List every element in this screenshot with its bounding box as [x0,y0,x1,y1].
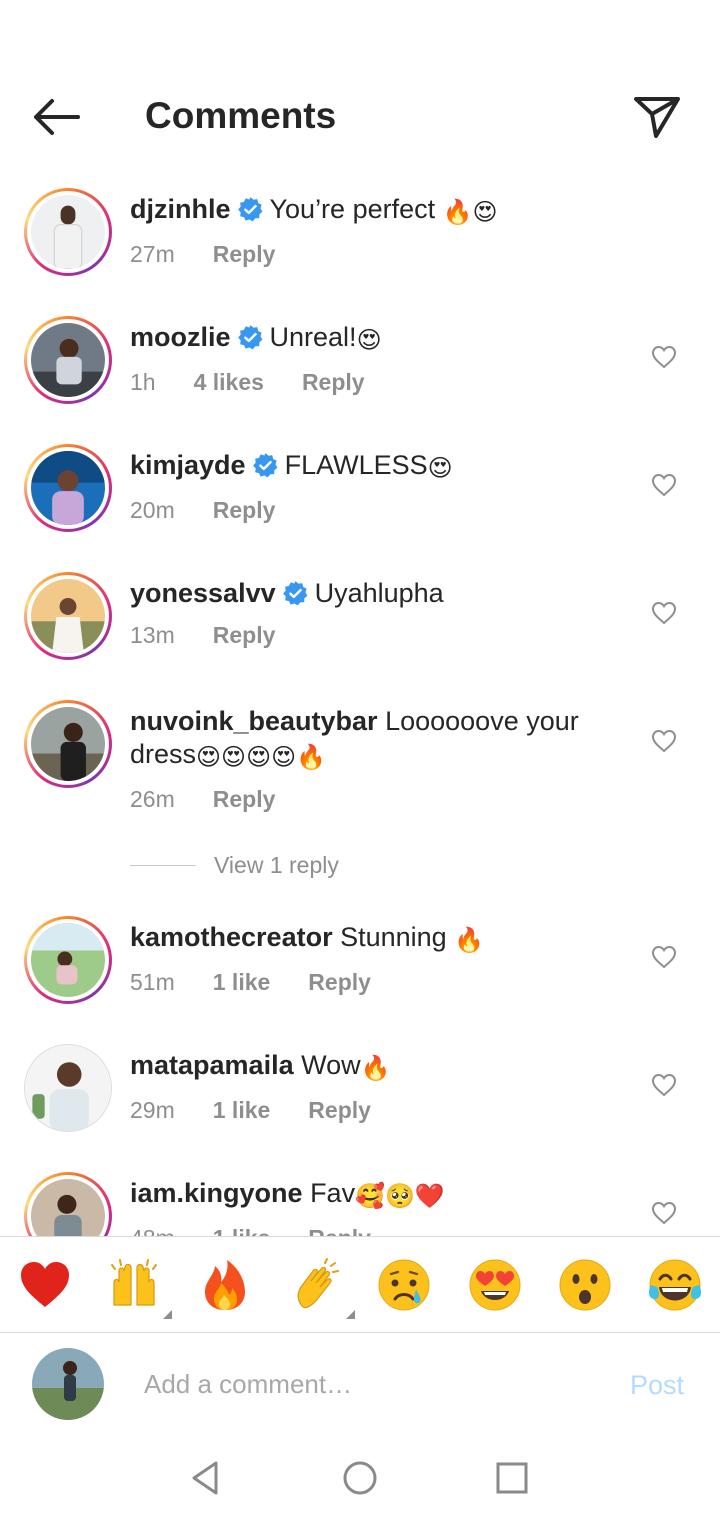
comment-username[interactable]: kimjayde [130,450,246,480]
comment-text: Wow [301,1050,361,1080]
avatar[interactable] [24,1172,112,1236]
emoji-raising-hands-button[interactable] [106,1257,172,1319]
comment-emojis: 😍 [427,454,453,482]
divider [130,864,196,866]
comment-text: You’re perfect [269,194,443,224]
comment-username[interactable]: iam.kingyone [130,1178,303,1208]
comment-text: Fav [310,1178,356,1208]
avatar[interactable] [24,700,112,788]
current-user-avatar [32,1348,104,1420]
comments-list: djzinhle You’re perfect 🔥😍 27m Reply moozl… [0,175,720,1236]
heart-icon[interactable] [651,729,677,753]
comment-time: 20m [130,497,175,523]
nav-recents-icon[interactable] [492,1458,532,1498]
emoji-surprised-button[interactable] [557,1257,613,1313]
comment-time: 26m [130,786,175,812]
clapping-hands-icon [297,1258,339,1309]
reply-button[interactable]: Reply [213,786,276,812]
comment-emojis: 😍😍😍😍🔥 [196,743,326,771]
verified-badge-icon [237,325,262,350]
crying-face-icon [378,1259,430,1311]
comment-emojis: 🥰🥺❤️ [355,1182,445,1210]
header: Comments [0,0,720,175]
reply-button[interactable]: Reply [308,1097,371,1123]
view-replies-button[interactable]: View 1 reply [130,850,339,880]
reply-button[interactable]: Reply [308,969,371,995]
comment-likes[interactable]: 1 like [213,969,271,995]
comment-likes[interactable]: 1 like [213,1097,271,1123]
arrow-left-icon [34,99,80,135]
comment-composer: Post [0,1334,720,1434]
verified-badge-icon [252,453,278,478]
page-title: Comments [145,95,337,136]
reply-button[interactable]: Reply [308,1225,371,1236]
comment-emojis: 🔥 [360,1054,391,1082]
emoji-crying-button[interactable] [376,1257,432,1313]
comment-time: 27m [130,241,175,267]
verified-badge-icon [282,581,308,606]
comment-username[interactable]: djzinhle [130,194,231,224]
nav-home-icon[interactable] [340,1458,380,1498]
share-button[interactable] [632,94,682,140]
raising-hands-icon [111,1259,157,1306]
comment-emojis: 🔥 [454,926,485,954]
comment-likes[interactable]: 1 like [213,1225,271,1236]
comment-time: 13m [130,622,175,648]
comment-time: 29m [130,1097,175,1123]
reply-button[interactable]: Reply [213,241,276,267]
emoji-clapping-button[interactable] [289,1257,355,1319]
comment-emojis: 🔥😍 [442,198,498,226]
emoji-heart-eyes-button[interactable] [467,1257,523,1313]
emoji-fire-button[interactable] [197,1257,253,1313]
comment-username[interactable]: yonessalvv [130,578,276,608]
comment-text: Unreal! [269,322,357,352]
comment-text: Stunning [340,922,455,952]
comment-text: Uyahlupha [314,578,444,608]
reply-button[interactable]: Reply [302,369,365,395]
post-button[interactable]: Post [630,1370,684,1401]
avatar[interactable] [24,188,112,276]
surprised-face-icon [559,1259,611,1311]
comment-time: 51m [130,969,175,995]
emoji-heart-button[interactable] [17,1257,73,1313]
comment-username[interactable]: matapamaila [130,1050,294,1080]
reply-button[interactable]: Reply [213,497,276,523]
verified-badge-icon [237,197,262,222]
red-heart-icon [21,1262,69,1307]
tears-of-joy-icon [648,1259,702,1311]
heart-icon[interactable] [651,1201,677,1225]
comment-input[interactable] [144,1364,584,1404]
heart-eyes-icon [469,1259,521,1311]
paper-plane-icon [634,97,680,138]
avatar[interactable] [24,444,112,532]
skin-tone-indicator [346,1310,355,1319]
heart-icon[interactable] [651,473,677,497]
emoji-tears-of-joy-button[interactable] [647,1257,703,1313]
comments-screen: Comments djzinhle You’re perfect 🔥😍 27m Re… [0,0,720,1520]
fire-icon [205,1260,245,1310]
reply-button[interactable]: Reply [213,622,276,648]
emoji-reaction-bar [0,1236,720,1333]
comment-username[interactable]: kamothecreator [130,922,333,952]
avatar[interactable] [24,316,112,404]
comment-time: 48m [130,1225,175,1236]
heart-icon[interactable] [651,945,677,969]
avatar[interactable] [24,1044,112,1132]
heart-icon[interactable] [651,1073,677,1097]
heart-icon[interactable] [651,345,677,369]
skin-tone-indicator [163,1310,172,1319]
heart-icon[interactable] [651,601,677,625]
comment-username[interactable]: nuvoink_beautybar [130,706,378,736]
back-button[interactable] [30,95,82,139]
comment-emojis: 😍 [356,326,382,354]
comment-time: 1h [130,369,156,395]
comment-likes[interactable]: 4 likes [194,369,264,395]
comment-text: FLAWLESS [284,450,428,480]
view-replies-label: View 1 reply [214,851,339,878]
avatar[interactable] [24,916,112,1004]
avatar[interactable] [24,572,112,660]
comment-username[interactable]: moozlie [130,322,231,352]
system-navigation-bar [0,1434,720,1520]
nav-back-icon[interactable] [186,1458,226,1498]
